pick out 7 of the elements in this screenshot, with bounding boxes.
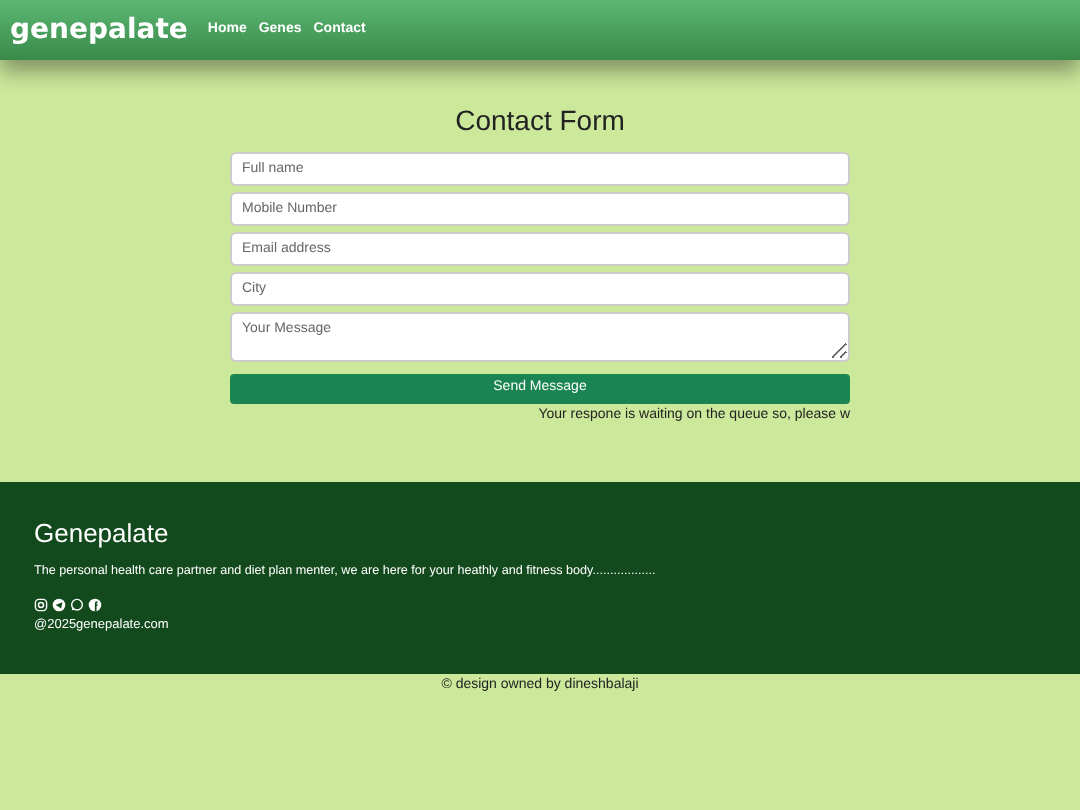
form-title: Contact Form: [455, 102, 625, 140]
instagram-icon[interactable]: [34, 598, 48, 613]
footer-title: Genepalate: [34, 515, 171, 552]
brand-logo[interactable]: genepalate: [10, 9, 188, 51]
whatsapp-icon[interactable]: [70, 598, 84, 613]
facebook-icon[interactable]: [88, 598, 102, 613]
telegram-icon[interactable]: [52, 598, 66, 613]
